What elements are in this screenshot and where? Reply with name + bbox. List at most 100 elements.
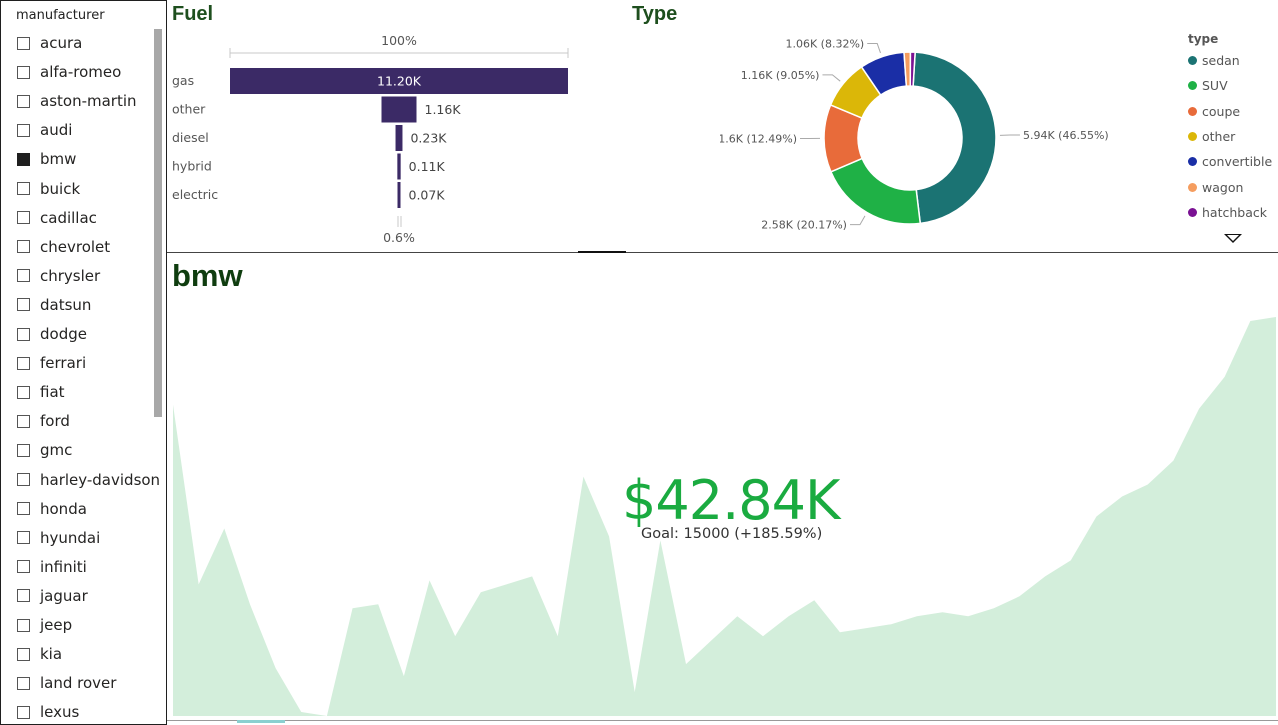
slicer-item-label: audi — [40, 121, 73, 140]
checkbox[interactable] — [17, 123, 30, 137]
page-tab-indicator[interactable] — [237, 720, 285, 723]
slicer-item-gmc[interactable]: gmc — [17, 437, 72, 463]
checkbox[interactable] — [17, 327, 30, 341]
slicer-item-infiniti[interactable]: infiniti — [17, 554, 87, 580]
slicer-item-label: hyundai — [40, 528, 101, 547]
funnel-category-label: diesel — [172, 130, 209, 145]
legend-marker — [1188, 132, 1197, 142]
funnel-bar[interactable] — [395, 125, 403, 151]
legend-item-wagon[interactable]: wagon — [1188, 174, 1276, 199]
slicer-item-alfa-romeo[interactable]: alfa-romeo — [17, 59, 121, 85]
checkbox[interactable] — [17, 240, 30, 254]
slicer-item-label: lexus — [40, 703, 80, 722]
slicer-item-aston-martin[interactable]: aston-martin — [17, 88, 137, 114]
checkbox[interactable] — [17, 676, 30, 690]
slicer-item-label: fiat — [40, 383, 65, 402]
legend-item-coupe[interactable]: coupe — [1188, 99, 1276, 124]
checkbox[interactable] — [17, 618, 30, 632]
funnel-bar[interactable] — [397, 153, 401, 180]
donut-slice[interactable] — [829, 157, 922, 225]
checkbox[interactable] — [17, 560, 30, 574]
legend-item-other[interactable]: other — [1188, 124, 1276, 149]
checkbox[interactable] — [17, 443, 30, 457]
legend-marker — [1188, 182, 1197, 192]
slicer-item-label: harley-davidson — [40, 470, 161, 489]
checkbox[interactable] — [17, 705, 30, 719]
checkbox[interactable] — [17, 502, 30, 516]
slicer-item-datsun[interactable]: datsun — [17, 292, 91, 318]
slicer-item-label: honda — [40, 499, 87, 518]
manufacturer-slicer: manufacturer acura alfa-romeo aston-martin… — [0, 0, 167, 725]
slicer-item-ferrari[interactable]: ferrari — [17, 350, 86, 376]
checkbox[interactable] — [17, 473, 30, 486]
leader-line — [822, 74, 841, 82]
donut-slice[interactable] — [912, 51, 997, 225]
slicer-item-fiat[interactable]: fiat — [17, 379, 65, 405]
legend-scroll-down-icon[interactable] — [1224, 234, 1242, 243]
checkbox[interactable] — [17, 298, 30, 312]
slice-value-label: 5.94K (46.55%) — [1023, 129, 1109, 142]
funnel-category-label: other — [172, 102, 206, 117]
funnel-bar[interactable] — [381, 96, 417, 123]
slice-value-label: 2.58K (20.17%) — [761, 219, 847, 232]
legend-item-sedan[interactable]: sedan — [1188, 48, 1276, 73]
checkbox[interactable] — [17, 94, 30, 108]
slicer-item-audi[interactable]: audi — [17, 117, 72, 143]
slicer-item-chrysler[interactable]: chrysler — [17, 263, 100, 289]
slicer-item-honda[interactable]: honda — [17, 496, 87, 522]
slicer-item-label: buick — [40, 179, 81, 198]
slicer-item-land-rover[interactable]: land rover — [17, 670, 116, 696]
checkbox[interactable] — [17, 531, 30, 545]
slicer-item-buick[interactable]: buick — [17, 176, 80, 202]
checkbox[interactable] — [17, 356, 30, 370]
slicer-item-cadillac[interactable]: cadillac — [17, 205, 97, 231]
legend-label: coupe — [1202, 103, 1241, 119]
legend-label: convertible — [1202, 154, 1273, 170]
slice-value-label: 1.6K (12.49%) — [720, 132, 797, 145]
funnel-category-label: gas — [172, 73, 194, 88]
slicer-item-kia[interactable]: kia — [17, 641, 62, 667]
slicer-item-harley-davidson[interactable]: harley-davidson — [17, 467, 160, 493]
legend-label: sedan — [1202, 53, 1240, 69]
legend-marker — [1188, 81, 1197, 91]
checkbox[interactable] — [17, 65, 30, 79]
slicer-item-label: land rover — [40, 674, 117, 693]
legend-items: sedan SUV coupe other convertible wagon hatchb… — [1188, 48, 1276, 225]
slicer-item-jaguar[interactable]: jaguar — [17, 583, 88, 609]
slicer-item-dodge[interactable]: dodge — [17, 321, 87, 347]
legend-label: other — [1202, 129, 1236, 145]
legend-item-hatchback[interactable]: hatchback — [1188, 200, 1276, 225]
slicer-item-label: kia — [40, 645, 63, 664]
legend-title: type — [1188, 32, 1219, 46]
slicer-item-hyundai[interactable]: hyundai — [17, 525, 100, 551]
legend-item-convertible[interactable]: convertible — [1188, 149, 1276, 174]
fuel-title: Fuel — [172, 3, 214, 25]
kpi-value: $42.84K — [622, 469, 840, 532]
slicer-item-bmw[interactable]: bmw — [17, 146, 76, 172]
checkbox[interactable] — [17, 152, 30, 166]
funnel-bar[interactable] — [397, 182, 401, 208]
funnel-category-label: hybrid — [172, 159, 212, 174]
funnel-value-label: 1.16K — [425, 102, 462, 117]
checkbox[interactable] — [17, 385, 30, 399]
slicer-item-label: datsun — [40, 295, 92, 314]
slicer-item-jeep[interactable]: jeep — [17, 612, 72, 638]
slicer-item-lexus[interactable]: lexus — [17, 699, 79, 725]
checkbox[interactable] — [17, 414, 30, 428]
checkbox[interactable] — [17, 269, 30, 283]
slicer-item-ford[interactable]: ford — [17, 408, 70, 434]
type-donut-chart: 5.94K (46.55%) 2.58K (20.17%) 1.6K (12.49%… — [720, 38, 1109, 232]
slicer-scrollbar[interactable] — [154, 29, 162, 417]
checkbox[interactable] — [17, 589, 30, 603]
slicer-item-label: jaguar — [40, 586, 88, 605]
legend-item-suv[interactable]: SUV — [1188, 73, 1276, 98]
legend-marker — [1188, 157, 1197, 167]
slicer-item-acura[interactable]: acura — [17, 30, 82, 56]
checkbox[interactable] — [17, 182, 30, 195]
checkbox[interactable] — [17, 36, 30, 50]
slice-value-label: 1.16K (9.05%) — [741, 69, 820, 82]
checkbox[interactable] — [17, 647, 30, 661]
slicer-item-label: gmc — [40, 441, 73, 460]
checkbox[interactable] — [17, 211, 30, 225]
slicer-item-chevrolet[interactable]: chevrolet — [17, 234, 110, 260]
